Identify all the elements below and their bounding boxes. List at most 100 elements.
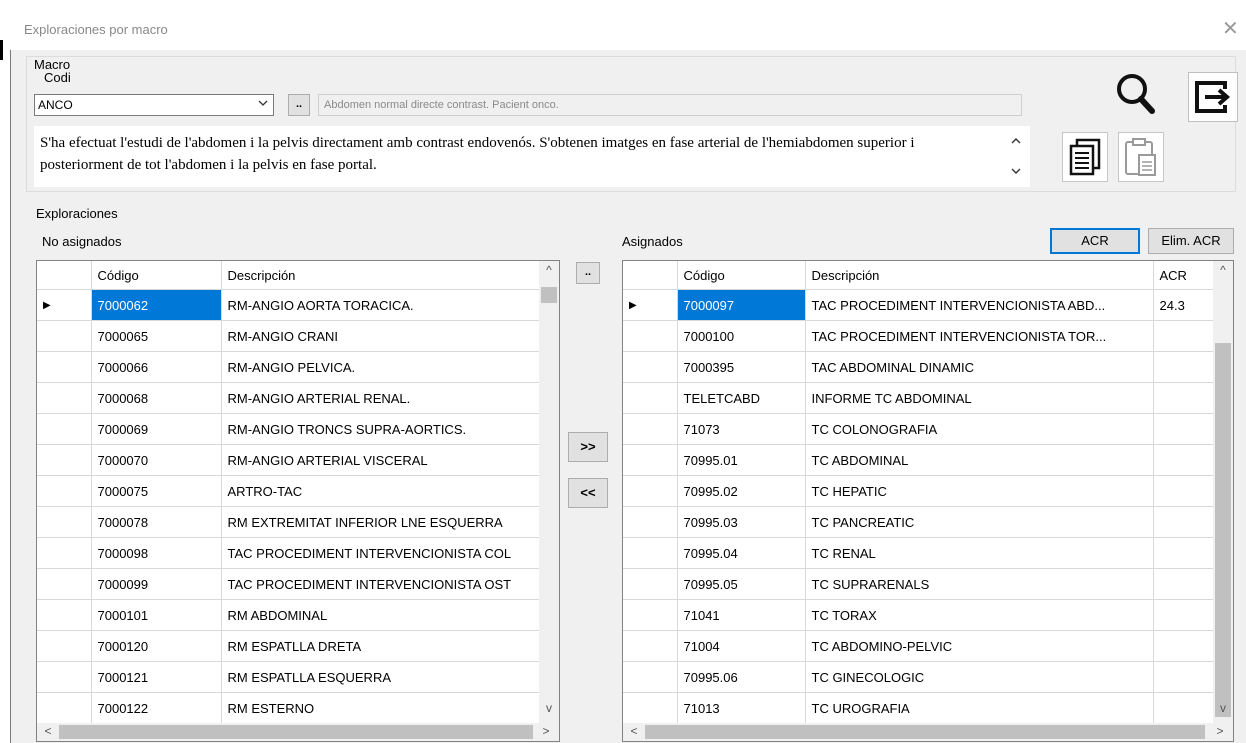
cell-code[interactable]: 71004 bbox=[677, 630, 806, 662]
unassign-button[interactable]: << bbox=[568, 478, 608, 508]
table-row[interactable]: 7000068 RM-ANGIO ARTERIAL RENAL. bbox=[37, 382, 540, 414]
scroll-down-icon[interactable]: v bbox=[1214, 701, 1232, 715]
table-row[interactable]: 70995.01 TC ABDOMINAL bbox=[623, 444, 1214, 476]
table-row[interactable]: 7000070 RM-ANGIO ARTERIAL VISCERAL bbox=[37, 444, 540, 476]
assign-button[interactable]: >> bbox=[568, 432, 608, 462]
vertical-scrollbar[interactable]: ^ v bbox=[1213, 261, 1233, 723]
table-row[interactable]: 7000101 RM ABDOMINAL bbox=[37, 599, 540, 631]
cell-description[interactable]: TAC PROCEDIMENT INTERVENCIONISTA TOR... bbox=[805, 320, 1154, 352]
cell-description[interactable]: RM-ANGIO ARTERIAL VISCERAL bbox=[221, 444, 540, 476]
cell-description[interactable]: RM ESPATLLA DRETA bbox=[221, 630, 540, 662]
cell-description[interactable]: ARTRO-TAC bbox=[221, 475, 540, 507]
cell-acr[interactable] bbox=[1153, 692, 1214, 724]
cell-description[interactable]: RM ABDOMINAL bbox=[221, 599, 540, 631]
horizontal-scrollbar[interactable]: < > bbox=[623, 723, 1233, 741]
table-row[interactable]: TELETCABD INFORME TC ABDOMINAL bbox=[623, 382, 1214, 414]
table-row[interactable]: 7000100 TAC PROCEDIMENT INTERVENCIONISTA … bbox=[623, 320, 1214, 352]
cell-acr[interactable] bbox=[1153, 537, 1214, 569]
table-row[interactable]: 7000069 RM-ANGIO TRONCS SUPRA-AORTICS. bbox=[37, 413, 540, 445]
horizontal-scrollbar[interactable]: < > bbox=[37, 723, 559, 741]
cell-code[interactable]: 7000062 bbox=[91, 289, 222, 321]
table-row[interactable]: 7000065 RM-ANGIO CRANI bbox=[37, 320, 540, 352]
macro-browse-button[interactable]: .. bbox=[288, 94, 310, 116]
scroll-left-icon[interactable]: < bbox=[625, 724, 643, 738]
cell-code[interactable]: 7000078 bbox=[91, 506, 222, 538]
table-row[interactable]: 71004 TC ABDOMINO-PELVIC bbox=[623, 630, 1214, 662]
paste-icon[interactable] bbox=[1118, 132, 1164, 182]
cell-description[interactable]: TC GINECOLOGIC bbox=[805, 661, 1154, 693]
scroll-up-icon[interactable]: ^ bbox=[1214, 263, 1232, 277]
cell-description[interactable]: RM EXTREMITAT INFERIOR LNE ESQUERRA bbox=[221, 506, 540, 538]
cell-code[interactable]: 7000075 bbox=[91, 475, 222, 507]
unassigned-grid[interactable]: Código Descripción ▶ 7000062 RM-ANGIO AORT… bbox=[36, 260, 560, 742]
cell-code[interactable]: 70995.03 bbox=[677, 506, 806, 538]
acr-button[interactable]: ACR bbox=[1050, 228, 1140, 254]
table-row[interactable]: 7000099 TAC PROCEDIMENT INTERVENCIONISTA … bbox=[37, 568, 540, 600]
cell-description[interactable]: RM ESPATLLA ESQUERRA bbox=[221, 661, 540, 693]
cell-description[interactable]: TC SUPRARENALS bbox=[805, 568, 1154, 600]
chevron-down-icon[interactable] bbox=[253, 95, 273, 115]
scroll-down-icon[interactable] bbox=[1008, 164, 1024, 179]
cell-description[interactable]: TAC PROCEDIMENT INTERVENCIONISTA COL bbox=[221, 537, 540, 569]
table-row[interactable]: 70995.06 TC GINECOLOGIC bbox=[623, 661, 1214, 693]
cell-code[interactable]: 7000122 bbox=[91, 692, 222, 724]
cell-acr[interactable]: 24.3 bbox=[1153, 289, 1214, 321]
cell-description[interactable]: TC UROGRAFIA bbox=[805, 692, 1154, 724]
cell-description[interactable]: TAC PROCEDIMENT INTERVENCIONISTA ABD... bbox=[805, 289, 1154, 321]
scrollbar-thumb[interactable] bbox=[59, 725, 533, 739]
table-row[interactable]: 7000078 RM EXTREMITAT INFERIOR LNE ESQUER… bbox=[37, 506, 540, 538]
scrollbar-thumb[interactable] bbox=[645, 725, 1205, 739]
cell-acr[interactable] bbox=[1153, 351, 1214, 383]
cell-description[interactable]: RM-ANGIO PELVICA. bbox=[221, 351, 540, 383]
table-row[interactable]: ▶ 7000097 TAC PROCEDIMENT INTERVENCIONISTA… bbox=[623, 289, 1214, 321]
cell-acr[interactable] bbox=[1153, 475, 1214, 507]
scrollbar-thumb[interactable] bbox=[541, 287, 557, 303]
exit-icon[interactable] bbox=[1188, 72, 1238, 122]
cell-code[interactable]: 7000101 bbox=[91, 599, 222, 631]
table-row[interactable]: 71041 TC TORAX bbox=[623, 599, 1214, 631]
cell-code[interactable]: 70995.04 bbox=[677, 537, 806, 569]
cell-description[interactable]: RM ESTERNO bbox=[221, 692, 540, 724]
cell-code[interactable]: 7000097 bbox=[677, 289, 806, 321]
cell-acr[interactable] bbox=[1153, 630, 1214, 662]
close-icon[interactable]: ✕ bbox=[1222, 16, 1239, 41]
scroll-down-icon[interactable]: v bbox=[540, 701, 558, 715]
cell-description[interactable]: RM-ANGIO ARTERIAL RENAL. bbox=[221, 382, 540, 414]
cell-code[interactable]: 70995.06 bbox=[677, 661, 806, 693]
table-row[interactable]: 70995.05 TC SUPRARENALS bbox=[623, 568, 1214, 600]
cell-code[interactable]: 7000395 bbox=[677, 351, 806, 383]
table-row[interactable]: 7000066 RM-ANGIO PELVICA. bbox=[37, 351, 540, 383]
cell-code[interactable]: 71073 bbox=[677, 413, 806, 445]
table-row[interactable]: 70995.03 TC PANCREATIC bbox=[623, 506, 1214, 538]
search-icon[interactable] bbox=[1110, 70, 1168, 118]
table-row[interactable]: 71013 TC UROGRAFIA bbox=[623, 692, 1214, 724]
mid-browse-button[interactable]: .. bbox=[576, 262, 600, 284]
scroll-up-icon[interactable] bbox=[1008, 134, 1024, 149]
scroll-right-icon[interactable]: > bbox=[537, 724, 555, 738]
macro-code-combo[interactable]: ANCO bbox=[34, 94, 274, 116]
cell-acr[interactable] bbox=[1153, 320, 1214, 352]
table-row[interactable]: 70995.02 TC HEPATIC bbox=[623, 475, 1214, 507]
table-row[interactable]: 71073 TC COLONOGRAFIA bbox=[623, 413, 1214, 445]
cell-code[interactable]: 7000121 bbox=[91, 661, 222, 693]
cell-code[interactable]: 70995.05 bbox=[677, 568, 806, 600]
column-header-description[interactable]: Descripción bbox=[805, 261, 1154, 290]
table-row[interactable]: 7000120 RM ESPATLLA DRETA bbox=[37, 630, 540, 662]
cell-acr[interactable] bbox=[1153, 599, 1214, 631]
cell-description[interactable]: TAC ABDOMINAL DINAMIC bbox=[805, 351, 1154, 383]
cell-code[interactable]: 7000099 bbox=[91, 568, 222, 600]
cell-code[interactable]: 7000065 bbox=[91, 320, 222, 352]
vertical-scrollbar[interactable]: ^ v bbox=[539, 261, 559, 723]
cell-code[interactable]: 70995.01 bbox=[677, 444, 806, 476]
cell-description[interactable]: TC HEPATIC bbox=[805, 475, 1154, 507]
cell-code[interactable]: 7000069 bbox=[91, 413, 222, 445]
table-row[interactable]: 7000075 ARTRO-TAC bbox=[37, 475, 540, 507]
assigned-grid[interactable]: Código Descripción ACR ▶ 7000097 TAC PROCE… bbox=[622, 260, 1234, 742]
column-header-acr[interactable]: ACR bbox=[1153, 261, 1214, 290]
delete-acr-button[interactable]: Elim. ACR bbox=[1148, 228, 1234, 254]
cell-code[interactable]: 7000120 bbox=[91, 630, 222, 662]
table-row[interactable]: 7000395 TAC ABDOMINAL DINAMIC bbox=[623, 351, 1214, 383]
cell-description[interactable]: TAC PROCEDIMENT INTERVENCIONISTA OST bbox=[221, 568, 540, 600]
cell-description[interactable]: TC PANCREATIC bbox=[805, 506, 1154, 538]
table-row[interactable]: 7000121 RM ESPATLLA ESQUERRA bbox=[37, 661, 540, 693]
